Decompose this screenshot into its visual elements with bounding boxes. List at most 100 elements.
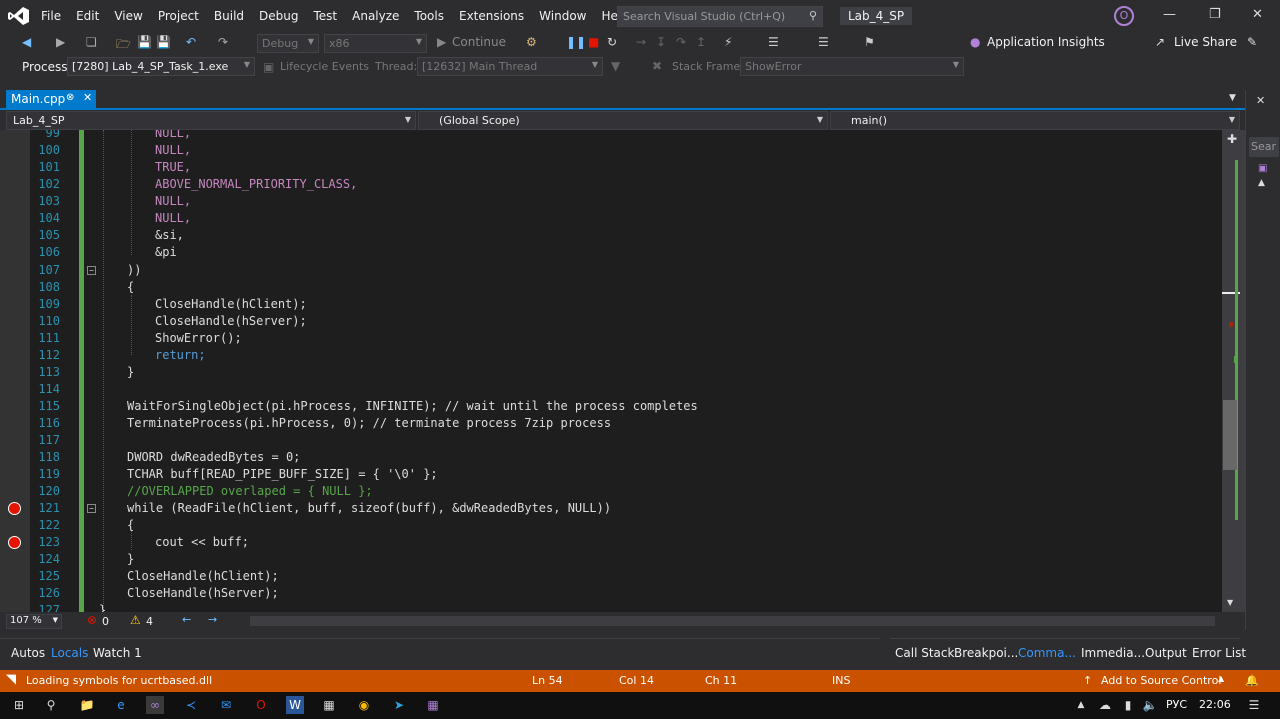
account-avatar[interactable]: O xyxy=(1114,6,1134,26)
windows-start-icon[interactable]: ⊞ xyxy=(10,696,28,714)
restart-icon[interactable]: ↻ xyxy=(607,35,617,49)
code-editor[interactable]: 99 NULL, 100 NULL, 101 TRUE, 102 ABOVE_N… xyxy=(0,130,1222,612)
step-into-icon[interactable]: ↧ xyxy=(656,35,666,49)
thread-dropdown[interactable]: [12632] Main Thread ▼ xyxy=(417,57,603,76)
open-folder-icon[interactable]: 🗁 xyxy=(116,35,131,56)
breakpoint-icon[interactable] xyxy=(8,536,21,549)
file-explorer-icon[interactable]: 📁 xyxy=(78,696,96,714)
format-icon[interactable]: ☰ xyxy=(818,35,829,49)
stop-icon[interactable]: ■ xyxy=(588,35,599,49)
restore-icon[interactable]: ❐ xyxy=(1209,7,1221,22)
menu-window[interactable]: Window xyxy=(539,9,586,23)
tab-locals[interactable]: Locals xyxy=(51,646,88,660)
tab-command-window[interactable]: Comma... xyxy=(1018,646,1076,660)
menu-view[interactable]: View xyxy=(114,9,142,23)
back-icon[interactable]: ◀ xyxy=(22,35,31,49)
language-indicator[interactable]: РУС xyxy=(1166,698,1187,711)
next-issue-icon[interactable]: → xyxy=(208,613,217,626)
zoom-dropdown[interactable]: 107 % ▼ xyxy=(6,614,62,629)
stack-frame-dropdown[interactable]: ShowError ▼ xyxy=(740,57,964,76)
tray-chevron-icon[interactable]: ▲ xyxy=(1072,696,1090,714)
pause-icon[interactable]: ❚❚ xyxy=(566,35,586,49)
project-dropdown[interactable]: Lab_4_SP ▼ xyxy=(6,111,416,130)
minimize-icon[interactable]: — xyxy=(1163,7,1176,22)
split-icon[interactable]: ✚ xyxy=(1227,132,1237,146)
menu-build[interactable]: Build xyxy=(214,9,244,23)
tab-autos[interactable]: Autos xyxy=(11,646,45,660)
tab-main-cpp[interactable]: Main.cpp ⊗ ✕ xyxy=(6,90,96,110)
step-over-icon[interactable]: ↷ xyxy=(676,35,686,49)
tab-watch-1[interactable]: Watch 1 xyxy=(93,646,142,660)
save-all-icon[interactable]: 💾 xyxy=(156,35,171,49)
panel-icon[interactable]: ▣ xyxy=(1258,163,1267,174)
search-input[interactable]: Search Visual Studio (Ctrl+Q) ⚲ xyxy=(617,6,823,27)
menu-project[interactable]: Project xyxy=(158,9,199,23)
warning-icon[interactable]: ⚠ xyxy=(130,613,141,627)
menu-analyze[interactable]: Analyze xyxy=(352,9,399,23)
tab-immediate[interactable]: Immedia... xyxy=(1081,646,1145,660)
close-tab-icon[interactable]: ✕ xyxy=(83,91,92,104)
network-icon[interactable]: ☁ xyxy=(1096,696,1114,714)
scroll-thumb[interactable] xyxy=(1223,400,1237,470)
scope-dropdown[interactable]: (Global Scope) ▼ xyxy=(418,111,828,130)
previous-issue-icon[interactable]: ← xyxy=(182,613,191,626)
tab-output[interactable]: Output xyxy=(1145,646,1187,660)
scroll-down-icon[interactable]: ▼ xyxy=(1227,598,1233,607)
panel-search-input[interactable]: Sear xyxy=(1249,137,1279,157)
error-icon[interactable]: ⊗ xyxy=(87,613,97,627)
hot-reload-icon[interactable]: ⚡ xyxy=(724,35,732,49)
notifications-icon[interactable]: 🔔 xyxy=(1245,674,1259,687)
menu-debug[interactable]: Debug xyxy=(259,9,298,23)
word-icon[interactable]: W xyxy=(286,696,304,714)
forward-icon[interactable]: ▶ xyxy=(56,35,65,49)
console-app-icon[interactable]: ▦ xyxy=(424,696,442,714)
config-dropdown[interactable]: Debug ▼ xyxy=(257,34,319,53)
edge-icon[interactable]: e xyxy=(112,696,130,714)
live-share-button[interactable]: Live Share xyxy=(1174,35,1237,49)
action-center-icon[interactable]: ☰ xyxy=(1245,696,1263,714)
mail-icon[interactable]: ✉ xyxy=(217,696,235,714)
menu-edit[interactable]: Edit xyxy=(76,9,99,23)
horizontal-scrollbar[interactable] xyxy=(250,616,1215,626)
menu-tools[interactable]: Tools xyxy=(414,9,444,23)
vertical-scrollbar[interactable]: ✚ ▼ xyxy=(1222,130,1245,612)
feedback-icon[interactable]: ✎ xyxy=(1247,35,1257,49)
show-next-statement-icon[interactable]: → xyxy=(636,35,646,49)
collapse-icon[interactable]: − xyxy=(87,504,96,513)
vscode-icon[interactable]: ≺ xyxy=(182,696,200,714)
comment-icon[interactable]: ☰ xyxy=(768,35,779,49)
process-dropdown[interactable]: [7280] Lab_4_SP_Task_1.exe ▼ xyxy=(67,57,255,76)
menu-file[interactable]: File xyxy=(41,9,61,23)
terminal-icon[interactable]: ▦ xyxy=(320,696,338,714)
telegram-icon[interactable]: ➤ xyxy=(390,696,408,714)
lifecycle-events-button[interactable]: Lifecycle Events xyxy=(280,60,369,73)
close-panel-icon[interactable]: ✕ xyxy=(1256,94,1265,107)
opera-icon[interactable]: O xyxy=(252,696,270,714)
step-out-icon[interactable]: ↥ xyxy=(696,35,706,49)
tab-list-icon[interactable]: ▼ xyxy=(1229,93,1236,103)
menu-test[interactable]: Test xyxy=(313,9,337,23)
breakpoint-icon[interactable] xyxy=(8,502,21,515)
tab-breakpoints[interactable]: Breakpoi... xyxy=(954,646,1018,660)
add-to-source-control-button[interactable]: Add to Source Control xyxy=(1101,674,1221,687)
save-icon[interactable]: 💾 xyxy=(137,35,152,49)
tab-error-list[interactable]: Error List xyxy=(1192,646,1246,660)
flag-thread-icon[interactable]: ✖ xyxy=(652,59,662,73)
platform-dropdown[interactable]: x86 ▼ xyxy=(324,34,427,53)
taskbar-search-icon[interactable]: ⚲ xyxy=(42,696,60,714)
continue-button[interactable]: Continue xyxy=(452,35,506,49)
chrome-icon[interactable]: ◉ xyxy=(355,696,373,714)
collapse-icon[interactable]: − xyxy=(87,266,96,275)
battery-icon[interactable]: ▮ xyxy=(1119,696,1137,714)
new-project-icon[interactable]: ❏ xyxy=(86,35,97,49)
volume-icon[interactable]: 🔈 xyxy=(1141,696,1159,714)
process-icon[interactable]: ⚙ xyxy=(526,35,537,49)
tab-call-stack[interactable]: Call Stack xyxy=(895,646,954,660)
application-insights-button[interactable]: Application Insights xyxy=(987,35,1105,49)
member-dropdown[interactable]: main() ▼ xyxy=(830,111,1240,130)
panel-arrow-icon[interactable]: ▲ xyxy=(1258,178,1265,188)
close-window-icon[interactable]: ✕ xyxy=(1252,7,1263,22)
visual-studio-icon[interactable]: ∞ xyxy=(146,696,164,714)
undo-icon[interactable]: ↶ xyxy=(186,35,196,49)
menu-extensions[interactable]: Extensions xyxy=(459,9,524,23)
